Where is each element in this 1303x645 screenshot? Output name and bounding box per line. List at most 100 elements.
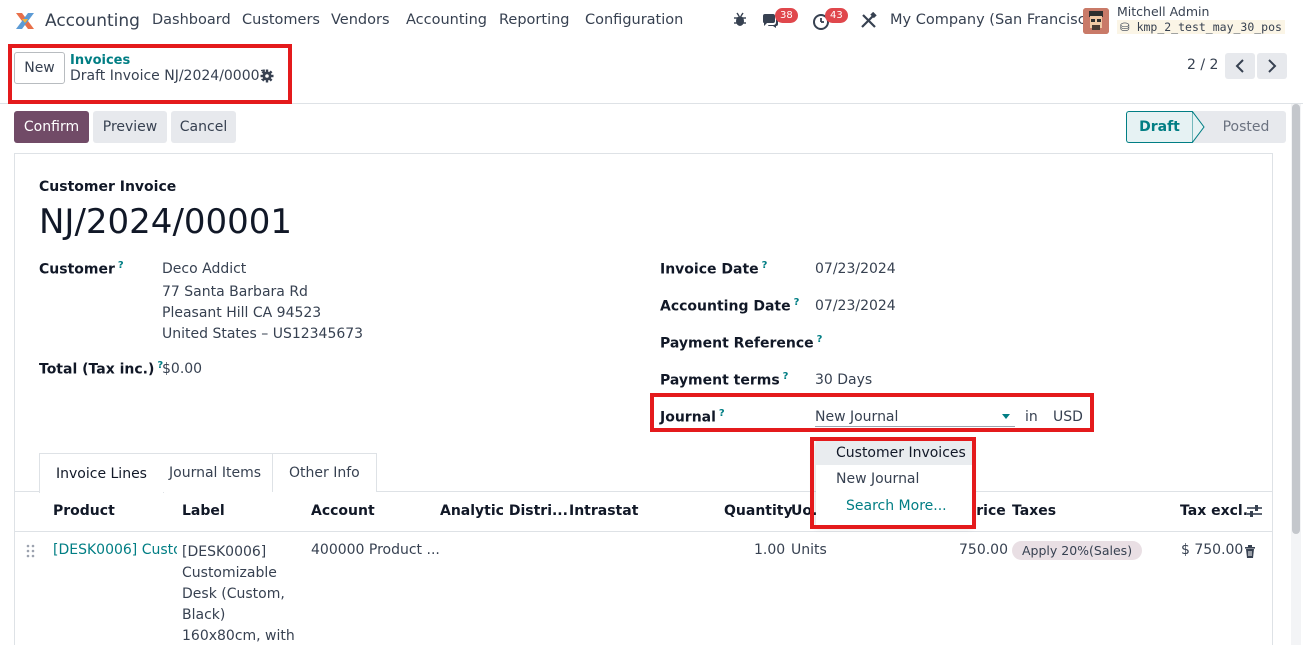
user-avatar[interactable] (1083, 8, 1109, 34)
payment-reference-label: Payment Reference? (660, 334, 822, 352)
column-analytic[interactable]: Analytic Distri... (440, 503, 568, 519)
customer-label: Customer? (39, 260, 124, 278)
pager-value[interactable]: 2 / 2 (1187, 57, 1218, 73)
messages-badge: 38 (775, 8, 798, 23)
column-account[interactable]: Account (311, 503, 375, 519)
line-product[interactable]: [DESK0006] Custom (53, 542, 177, 558)
total-label: Total (Tax inc.)? (39, 360, 163, 378)
column-taxes[interactable]: Taxes (1012, 503, 1056, 519)
help-icon[interactable]: ? (719, 408, 725, 419)
column-quantity[interactable]: Quantity (724, 503, 793, 519)
journal-label: Journal? (660, 408, 725, 426)
line-label-text: Black) (182, 607, 226, 623)
line-account[interactable]: 400000 Product ... (311, 542, 440, 558)
menu-customers[interactable]: Customers (242, 12, 320, 28)
help-icon[interactable]: ? (794, 297, 800, 308)
menu-configuration[interactable]: Configuration (585, 12, 683, 28)
user-name[interactable]: Mitchell Admin (1117, 4, 1209, 19)
tab-label: Invoice Lines (56, 465, 147, 482)
company-switcher[interactable]: My Company (San Francisco) (890, 12, 1100, 28)
accounting-date-field[interactable]: 07/23/2024 (815, 298, 896, 314)
line-quantity[interactable]: 1.00 (754, 542, 785, 558)
accounting-app-icon[interactable] (14, 11, 36, 31)
new-button[interactable]: New (14, 52, 65, 84)
menu-accounting[interactable]: Accounting (406, 12, 487, 28)
top-navbar: Accounting Dashboard Customers Vendors A… (0, 0, 1303, 42)
trash-icon[interactable] (1244, 545, 1256, 558)
help-icon[interactable]: ? (118, 260, 124, 271)
database-name: ⛁ kmp_2_test_may_30_pos (1117, 20, 1285, 34)
status-posted[interactable]: Posted (1206, 111, 1286, 143)
chevron-left-icon (1235, 59, 1244, 73)
line-uom[interactable]: Units (791, 542, 827, 558)
activities-badge: 43 (825, 8, 848, 23)
chevron-right-icon (1268, 59, 1277, 73)
payment-terms-label-text: Payment terms (660, 372, 780, 389)
status-draft-label: Draft (1139, 119, 1180, 135)
menu-vendors[interactable]: Vendors (331, 12, 390, 28)
customer-name[interactable]: Deco Addict (162, 261, 246, 277)
app-name[interactable]: Accounting (45, 11, 140, 31)
line-price[interactable]: 750.00 (959, 542, 1008, 558)
payment-reference-label-text: Payment Reference (660, 335, 814, 352)
dropdown-option-new-journal[interactable]: New Journal (816, 467, 972, 491)
help-icon[interactable]: ? (817, 334, 823, 345)
journal-label-text: Journal (660, 409, 716, 426)
in-label: in (1025, 409, 1038, 425)
dropdown-search-more[interactable]: Search More... (816, 494, 972, 518)
journal-input-value[interactable]: New Journal (815, 409, 898, 425)
control-panel: New Invoices Draft Invoice NJ/2024/00001… (0, 42, 1303, 104)
tab-journal-items[interactable]: Journal Items (153, 453, 279, 492)
tab-label: Other Info (289, 465, 360, 481)
tab-invoice-lines[interactable]: Invoice Lines (39, 453, 164, 493)
invoice-date-label: Invoice Date? (660, 260, 767, 278)
document-type: Customer Invoice (39, 179, 177, 195)
line-label-text: Desk (Custom, (182, 586, 285, 602)
customer-address-line: 77 Santa Barbara Rd (162, 284, 308, 300)
dropdown-option-customer-invoices[interactable]: Customer Invoices (816, 441, 972, 465)
bug-icon[interactable] (732, 12, 748, 28)
total-label-text: Total (Tax inc.) (39, 361, 155, 378)
column-label[interactable]: Label (182, 503, 225, 519)
breadcrumb-current: Draft Invoice NJ/2024/00001 (70, 68, 269, 84)
optional-columns-icon[interactable] (1247, 504, 1262, 518)
customer-label-text: Customer (39, 261, 115, 278)
line-subtotal: $ 750.00 (1181, 542, 1244, 558)
gear-icon[interactable] (260, 69, 274, 83)
menu-reporting[interactable]: Reporting (499, 12, 570, 28)
payment-terms-label: Payment terms? (660, 371, 788, 389)
invoice-date-label-text: Invoice Date (660, 261, 759, 278)
drag-handle-icon[interactable] (26, 544, 36, 558)
line-label-text: [DESK0006] (182, 544, 267, 560)
preview-button[interactable]: Preview (93, 111, 167, 143)
help-icon[interactable]: ? (783, 371, 789, 382)
pager-next-button[interactable] (1257, 53, 1287, 79)
avatar-image (1083, 8, 1109, 34)
line-label[interactable]: [DESK0006] Customizable Desk (Custom, Bl… (182, 542, 295, 645)
customer-address-line: Pleasant Hill CA 94523 (162, 305, 322, 321)
help-icon[interactable]: ? (762, 260, 768, 271)
caret-down-icon[interactable] (1001, 411, 1011, 421)
pager-previous-button[interactable] (1225, 53, 1255, 79)
scrollbar-thumb[interactable] (1292, 104, 1300, 534)
status-arrow-icon (1192, 111, 1206, 143)
tab-other-info[interactable]: Other Info (272, 453, 377, 492)
breadcrumb-invoices[interactable]: Invoices (70, 53, 130, 68)
customer-address-line: United States – US12345673 (162, 326, 364, 342)
line-label-text: 160x80cm, with (182, 628, 295, 644)
invoice-date-field[interactable]: 07/23/2024 (815, 261, 896, 277)
table-header-separator (14, 531, 1273, 532)
column-tax-excl[interactable]: Tax excl. (1180, 503, 1248, 519)
currency-field[interactable]: USD (1053, 409, 1083, 425)
payment-terms-field[interactable]: 30 Days (815, 372, 872, 388)
cancel-button[interactable]: Cancel (171, 111, 236, 143)
tools-icon[interactable] (860, 12, 877, 29)
tax-tag[interactable]: Apply 20%(Sales) (1012, 541, 1143, 560)
column-product[interactable]: Product (53, 503, 115, 519)
column-intrastat[interactable]: Intrastat (569, 503, 638, 519)
status-bar: Draft Posted (1126, 111, 1286, 143)
menu-dashboard[interactable]: Dashboard (152, 12, 231, 28)
status-draft[interactable]: Draft (1126, 111, 1192, 143)
total-value: $0.00 (162, 361, 203, 377)
confirm-button[interactable]: Confirm (14, 111, 89, 143)
